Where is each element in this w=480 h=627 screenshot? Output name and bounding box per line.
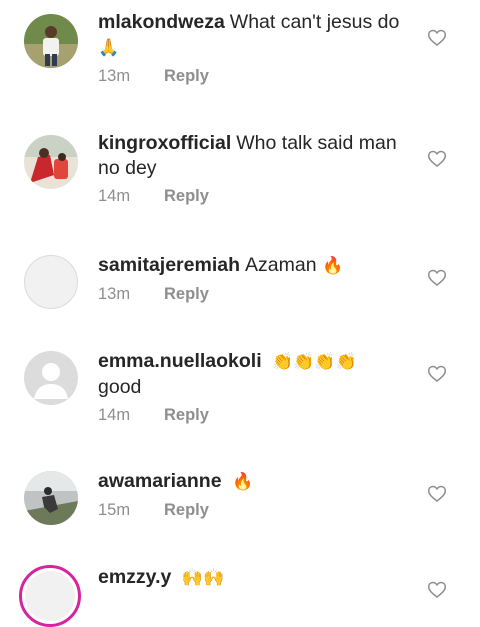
comment-emoji: 🔥: [321, 256, 344, 276]
comment-emoji: 🙌🙌: [181, 568, 225, 588]
reply-button[interactable]: Reply: [164, 406, 209, 424]
heart-outline-icon[interactable]: [427, 149, 447, 169]
comment-body: good: [98, 376, 142, 398]
comment-timestamp: 15m: [98, 501, 131, 519]
comment-text: mlakondweza What can't jesus do 🙏: [98, 10, 416, 61]
avatar[interactable]: [19, 565, 81, 627]
comment-text: emma.nuellaokoli 👏👏👏👏 good: [98, 349, 416, 400]
comment-timestamp: 14m: [98, 187, 131, 205]
heart-outline-icon[interactable]: [427, 28, 447, 48]
comment-text: awamarianne 🔥: [98, 469, 416, 495]
heart-outline-icon[interactable]: [427, 580, 447, 600]
comment-meta: 14m Reply: [98, 406, 416, 425]
comment-text: samitajeremiah Azaman 🔥: [98, 253, 416, 279]
avatar[interactable]: [24, 471, 78, 525]
reply-button[interactable]: Reply: [164, 187, 209, 205]
avatar[interactable]: [24, 255, 78, 309]
comment-username[interactable]: awamarianne: [98, 470, 222, 492]
comment-text: emzzy.y 🙌🙌: [98, 565, 416, 591]
avatar-image: [25, 571, 75, 621]
comment-timestamp: 14m: [98, 406, 131, 424]
comment-emoji: 🔥: [231, 472, 254, 492]
avatar[interactable]: [24, 14, 78, 68]
comment-username[interactable]: emma.nuellaokoli: [98, 350, 262, 372]
comment-username[interactable]: samitajeremiah: [98, 254, 240, 276]
comment-meta: 13m Reply: [98, 285, 416, 304]
reply-button[interactable]: Reply: [164, 67, 209, 85]
comment-username[interactable]: emzzy.y: [98, 566, 171, 588]
comment-timestamp: 13m: [98, 67, 131, 85]
heart-outline-icon[interactable]: [427, 484, 447, 504]
avatar[interactable]: [24, 351, 78, 405]
comment-meta: 13m Reply: [98, 67, 416, 86]
comment-username[interactable]: mlakondweza: [98, 11, 225, 33]
comment-body: What can't jesus do: [229, 11, 400, 33]
comment-meta: 15m Reply: [98, 501, 416, 520]
comment-timestamp: 13m: [98, 285, 131, 303]
comment-emoji: 👏👏👏👏: [272, 352, 357, 372]
comment-body: Azaman: [245, 254, 317, 276]
heart-outline-icon[interactable]: [427, 364, 447, 384]
comment-emoji: 🙏: [98, 38, 120, 58]
comment-text: kingroxofficial Who talk said man no dey: [98, 131, 416, 181]
heart-outline-icon[interactable]: [427, 268, 447, 288]
comment-meta: 14m Reply: [98, 187, 416, 206]
reply-button[interactable]: Reply: [164, 501, 209, 519]
avatar[interactable]: [24, 135, 78, 189]
comment-username[interactable]: kingroxofficial: [98, 132, 231, 154]
reply-button[interactable]: Reply: [164, 285, 209, 303]
